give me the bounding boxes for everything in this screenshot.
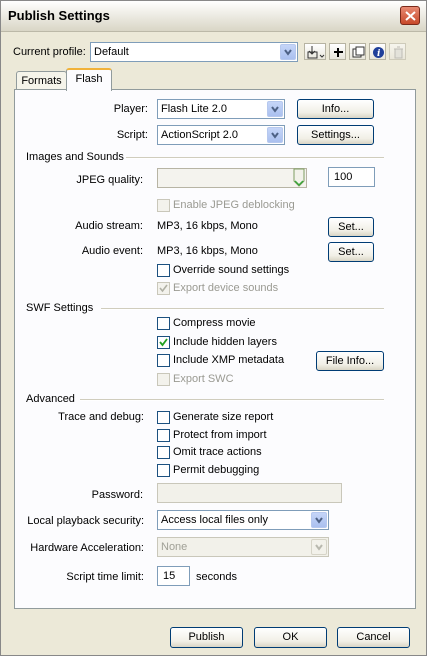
audio-stream-set-button[interactable]: Set... <box>328 217 374 237</box>
chevron-down-icon <box>311 512 327 528</box>
protect-from-import-label: Protect from import <box>173 429 267 441</box>
export-device-sounds-checkbox[interactable] <box>157 282 170 295</box>
images-sounds-divider <box>126 157 384 159</box>
svg-text:i: i <box>377 49 381 59</box>
chevron-down-icon <box>267 101 283 117</box>
tab-formats[interactable]: Formats <box>16 71 67 91</box>
password-field[interactable] <box>157 483 342 503</box>
swf-settings-divider <box>101 308 384 310</box>
cancel-button[interactable]: Cancel <box>337 627 410 648</box>
publish-settings-dialog: Publish Settings Current profile: Defaul… <box>0 0 427 656</box>
script-time-value: 15 <box>163 570 176 582</box>
profile-select[interactable]: Default <box>90 42 298 62</box>
hardware-accel-value: None <box>161 541 188 553</box>
jpeg-quality-slider[interactable] <box>157 168 307 188</box>
slider-thumb-icon[interactable] <box>293 168 305 188</box>
plus-icon <box>334 48 343 57</box>
publish-button[interactable]: Publish <box>170 627 243 648</box>
export-swc-checkbox[interactable] <box>157 373 170 386</box>
close-icon <box>405 11 416 21</box>
jpeg-quality-input[interactable]: 100 <box>328 167 375 187</box>
export-device-sounds-label: Export device sounds <box>173 282 279 294</box>
current-profile-label: Current profile: <box>13 46 86 58</box>
permit-debugging-checkbox[interactable] <box>157 464 170 477</box>
tab-flash-label: Flash <box>75 73 103 85</box>
local-playback-label: Local playback security: <box>27 515 144 527</box>
chevron-down-icon <box>311 539 327 555</box>
duplicate-profile-button[interactable] <box>349 43 366 60</box>
audio-event-set-button[interactable]: Set... <box>328 242 374 262</box>
local-playback-select[interactable]: Access local files only <box>157 510 329 530</box>
profile-value: Default <box>94 46 129 58</box>
hardware-accel-label: Hardware Acceleration: <box>30 542 144 554</box>
script-label: Script: <box>116 129 148 141</box>
hardware-accel-select[interactable]: None <box>157 537 329 557</box>
tab-formats-label: Formats <box>21 75 62 87</box>
script-value: ActionScript 2.0 <box>161 129 239 141</box>
omit-trace-actions-checkbox[interactable] <box>157 446 170 459</box>
script-time-input[interactable]: 15 <box>157 566 190 586</box>
local-playback-value: Access local files only <box>161 514 268 526</box>
advanced-heading: Advanced <box>26 393 75 405</box>
ok-button[interactable]: OK <box>254 627 327 648</box>
jpeg-quality-value: 100 <box>334 171 353 183</box>
duplicate-icon <box>352 46 365 58</box>
swf-settings-heading: SWF Settings <box>26 302 94 314</box>
tab-flash[interactable]: Flash <box>66 68 112 91</box>
delete-profile-button[interactable] <box>389 43 406 60</box>
script-select[interactable]: ActionScript 2.0 <box>157 125 285 145</box>
info-icon: i <box>373 47 384 59</box>
enable-deblocking-checkbox[interactable] <box>157 199 170 212</box>
profile-properties-button[interactable]: i <box>369 43 386 60</box>
import-export-profile-button[interactable] <box>304 43 326 60</box>
info-button[interactable]: Info... <box>297 99 374 119</box>
script-settings-button[interactable]: Settings... <box>297 125 374 145</box>
compress-movie-checkbox[interactable] <box>157 317 170 330</box>
include-hidden-layers-label: Include hidden layers <box>173 336 277 348</box>
trash-icon <box>394 46 403 59</box>
chevron-down-icon <box>280 44 296 60</box>
player-label: Player: <box>113 103 148 115</box>
title-bar[interactable]: Publish Settings <box>1 1 426 32</box>
file-info-button[interactable]: File Info... <box>316 351 384 371</box>
advanced-divider <box>80 399 384 401</box>
checkmark-icon <box>159 284 168 293</box>
audio-stream-value: MP3, 16 kbps, Mono <box>157 220 258 232</box>
window-title: Publish Settings <box>8 8 110 23</box>
include-xmp-checkbox[interactable] <box>157 354 170 367</box>
audio-event-value: MP3, 16 kbps, Mono <box>157 245 258 257</box>
include-hidden-layers-checkbox[interactable] <box>157 336 170 349</box>
import-export-icon <box>307 46 325 59</box>
script-time-unit: seconds <box>196 571 237 583</box>
enable-deblocking-label: Enable JPEG deblocking <box>173 199 295 211</box>
chevron-down-icon <box>267 127 283 143</box>
create-profile-button[interactable] <box>329 43 346 60</box>
omit-trace-actions-label: Omit trace actions <box>173 446 262 458</box>
player-value: Flash Lite 2.0 <box>161 103 228 115</box>
generate-size-report-label: Generate size report <box>173 411 274 423</box>
generate-size-report-checkbox[interactable] <box>157 411 170 424</box>
checkmark-icon <box>159 338 168 347</box>
override-sound-checkbox[interactable] <box>157 264 170 277</box>
images-sounds-heading: Images and Sounds <box>26 151 124 163</box>
script-time-label: Script time limit: <box>66 571 144 583</box>
audio-event-label: Audio event: <box>81 245 143 257</box>
export-swc-label: Export SWC <box>173 373 234 385</box>
protect-from-import-checkbox[interactable] <box>157 429 170 442</box>
permit-debugging-label: Permit debugging <box>173 464 260 476</box>
override-sound-label: Override sound settings <box>173 264 290 276</box>
password-label: Password: <box>91 489 143 501</box>
close-button[interactable] <box>400 6 420 25</box>
jpeg-quality-label: JPEG quality: <box>76 174 143 186</box>
player-select[interactable]: Flash Lite 2.0 <box>157 99 285 119</box>
trace-debug-label: Trace and debug: <box>58 411 144 423</box>
include-xmp-label: Include XMP metadata <box>173 354 285 366</box>
compress-movie-label: Compress movie <box>173 317 256 329</box>
audio-stream-label: Audio stream: <box>75 220 143 232</box>
